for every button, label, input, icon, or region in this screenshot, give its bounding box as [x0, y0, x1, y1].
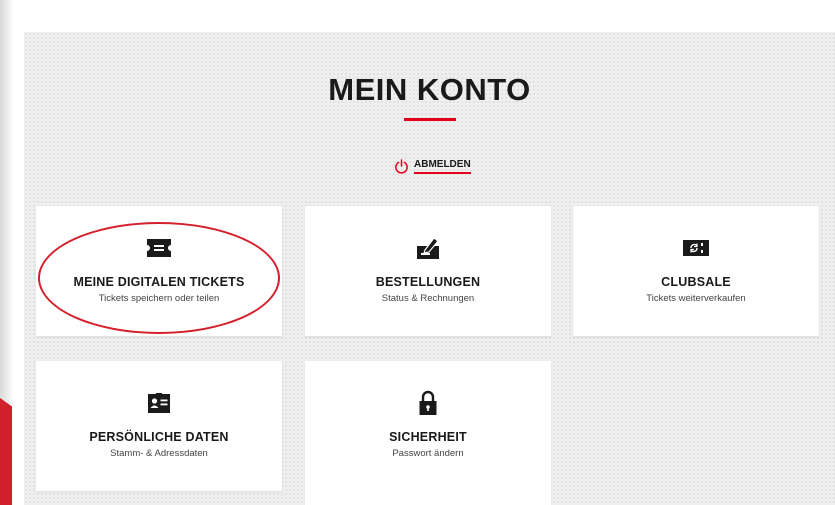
card-subtitle: Passwort ändern	[392, 448, 464, 459]
title-underline	[404, 118, 456, 121]
card-title: SICHERHEIT	[389, 430, 467, 444]
card-subtitle: Tickets speichern oder teilen	[98, 293, 220, 304]
ticket-icon	[147, 239, 171, 257]
card-title: CLUBSALE	[661, 275, 731, 289]
logout-label: ABMELDEN	[414, 159, 471, 174]
card-personal-data[interactable]: PERSÖNLICHE DATEN Stamm- & Adressdaten	[36, 361, 282, 491]
card-title: MEINE DIGITALEN TICKETS	[73, 275, 245, 289]
resale-ticket-icon	[683, 240, 709, 256]
card-subtitle: Status & Rechnungen	[381, 293, 475, 304]
page-title: MEIN KONTO	[328, 72, 531, 107]
card-orders[interactable]: BESTELLUNGEN Status & Rechnungen	[305, 206, 551, 336]
logout-button[interactable]: ABMELDEN	[394, 156, 471, 176]
order-edit-icon	[417, 237, 439, 259]
id-card-icon	[148, 393, 170, 413]
card-security[interactable]: SICHERHEIT Passwort ändern	[305, 361, 551, 505]
card-title: PERSÖNLICHE DATEN	[89, 430, 229, 444]
card-digital-tickets[interactable]: MEINE DIGITALEN TICKETS Tickets speicher…	[36, 206, 282, 336]
card-clubsale[interactable]: CLUBSALE Tickets weiterverkaufen	[573, 206, 819, 336]
card-subtitle: Tickets weiterverkaufen	[646, 293, 746, 304]
power-icon	[395, 158, 408, 174]
card-subtitle: Stamm- & Adressdaten	[110, 448, 208, 459]
account-panel: MEIN KONTO ABMELDEN MEINE DIGITALEN TICK…	[24, 32, 835, 505]
lock-icon	[419, 390, 437, 415]
card-title: BESTELLUNGEN	[375, 275, 481, 289]
red-decorative-shape	[0, 398, 12, 505]
